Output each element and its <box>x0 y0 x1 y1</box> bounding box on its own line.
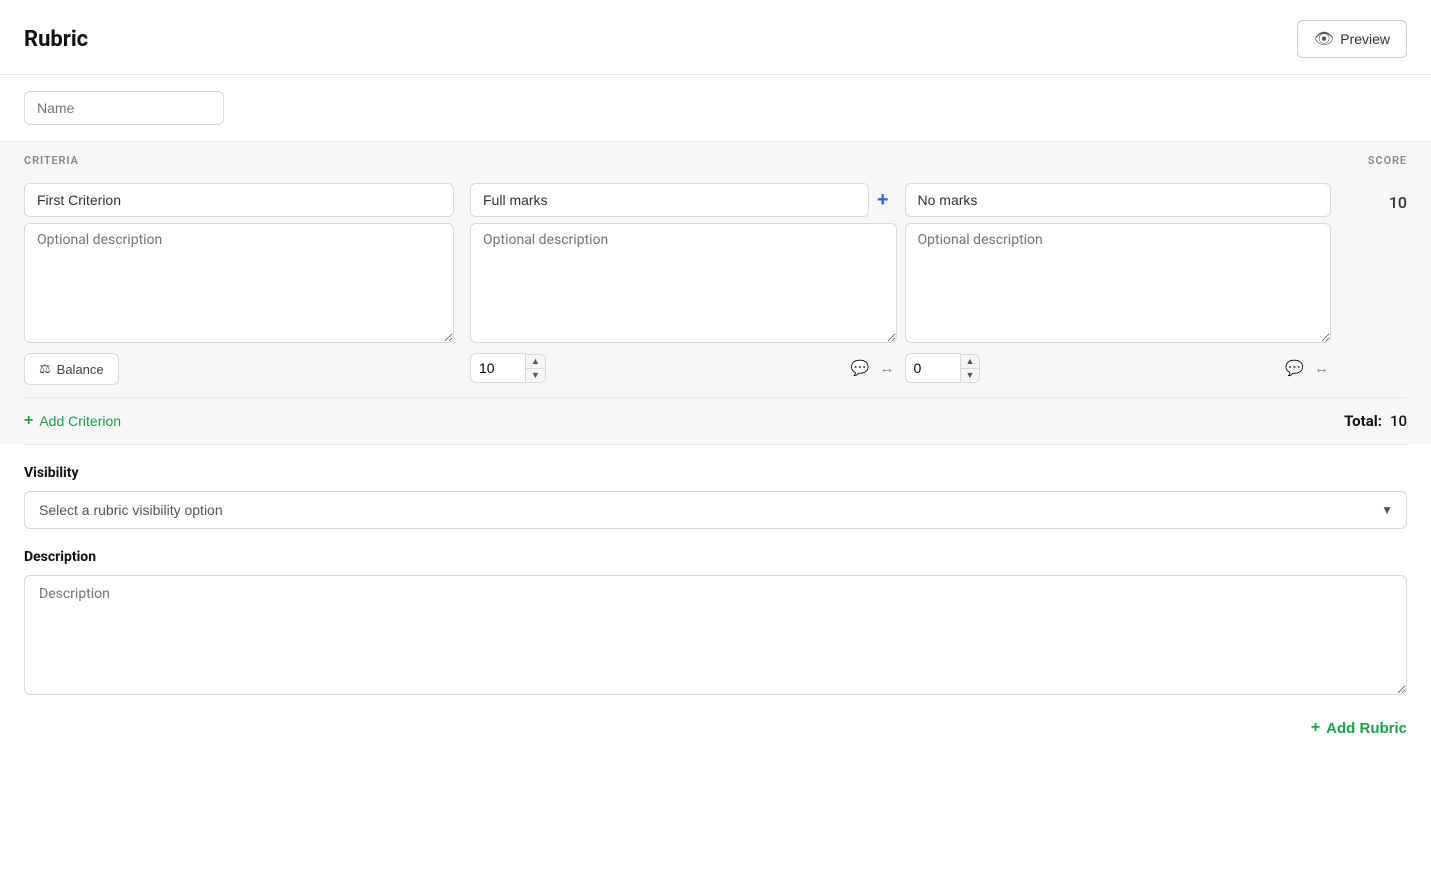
level-description-textarea-no-marks[interactable] <box>905 223 1332 343</box>
visibility-select-wrapper: Select a rubric visibility option Visibl… <box>24 491 1407 529</box>
level-description-textarea-full-marks[interactable] <box>470 223 897 343</box>
criteria-header-label: CRITERIA <box>24 154 79 167</box>
score-input-full-marks[interactable] <box>470 353 526 383</box>
criteria-section: CRITERIA SCORE ⚖ Balance + <box>0 142 1431 444</box>
criteria-header-row: CRITERIA SCORE <box>24 142 1407 175</box>
total-area: Total: 10 <box>1344 412 1407 430</box>
level-footer-no-marks: ▲ ▼ 💬 ↔ <box>905 353 1332 383</box>
comment-icon-button-no-marks[interactable]: 💬 <box>1283 357 1306 379</box>
score-down-button-full-marks[interactable]: ▼ <box>526 369 545 382</box>
criterion-score-display: 10 <box>1347 183 1407 212</box>
add-criterion-plus-icon: + <box>24 412 33 430</box>
eye-icon: 👁 <box>1314 29 1334 49</box>
level-icons-no-marks: 💬 ↔ <box>1283 357 1331 379</box>
add-level-button[interactable]: + <box>869 190 897 216</box>
name-area <box>0 75 1431 142</box>
balance-label: Balance <box>57 362 104 377</box>
criterion-row: ⚖ Balance + ▲ ▼ <box>24 175 1407 397</box>
level-no-marks-header-row <box>905 183 1332 223</box>
score-input-no-marks[interactable] <box>905 353 961 383</box>
score-header-label: SCORE <box>1368 154 1407 167</box>
preview-label: Preview <box>1340 31 1390 47</box>
score-input-group-no-marks: ▲ ▼ <box>905 353 981 383</box>
add-rubric-label: Add Rubric <box>1326 720 1407 737</box>
page-header: Rubric 👁 Preview <box>0 0 1431 75</box>
level-footer-full-marks: ▲ ▼ 💬 ↔ <box>470 353 897 383</box>
add-rubric-button[interactable]: + Add Rubric <box>1311 719 1407 737</box>
visibility-label: Visibility <box>24 465 1407 481</box>
add-criterion-label: Add Criterion <box>39 413 121 429</box>
score-up-button-no-marks[interactable]: ▲ <box>961 355 980 369</box>
add-rubric-plus-icon: + <box>1311 719 1320 737</box>
level-name-input-full-marks[interactable] <box>470 183 869 217</box>
add-criterion-row: + Add Criterion Total: 10 <box>24 397 1407 444</box>
visibility-section: Visibility Select a rubric visibility op… <box>0 445 1431 529</box>
visibility-select[interactable]: Select a rubric visibility option Visibl… <box>24 491 1407 529</box>
balance-button[interactable]: ⚖ Balance <box>24 353 119 385</box>
comment-icon-button-full-marks[interactable]: 💬 <box>849 357 872 379</box>
arrows-icon-button-full-marks[interactable]: ↔ <box>878 358 897 379</box>
level-name-input-no-marks[interactable] <box>905 183 1332 217</box>
balance-icon: ⚖ <box>39 361 51 377</box>
score-input-group-full-marks: ▲ ▼ <box>470 353 546 383</box>
page-title: Rubric <box>24 27 88 52</box>
description-textarea[interactable] <box>24 575 1407 695</box>
description-label: Description <box>24 549 1407 565</box>
description-section: Description <box>0 529 1431 699</box>
level-header-row: + <box>470 183 897 223</box>
level-no-marks: ▲ ▼ 💬 ↔ <box>905 183 1332 383</box>
page-footer: + Add Rubric <box>0 699 1431 757</box>
add-criterion-button[interactable]: + Add Criterion <box>24 412 121 430</box>
level-icons-full-marks: 💬 ↔ <box>849 357 897 379</box>
criterion-score-value: 10 <box>1389 193 1407 212</box>
level-full-marks: + ▲ ▼ 💬 ↔ <box>470 183 897 383</box>
rubric-name-input[interactable] <box>24 91 224 125</box>
total-value: 10 <box>1390 412 1407 430</box>
arrows-icon-button-no-marks[interactable]: ↔ <box>1312 358 1331 379</box>
criterion-left-panel: ⚖ Balance <box>24 183 454 385</box>
criterion-name-input[interactable] <box>24 183 454 217</box>
preview-button[interactable]: 👁 Preview <box>1297 20 1407 58</box>
total-label: Total: <box>1344 412 1382 430</box>
rubric-page: Rubric 👁 Preview CRITERIA SCORE ⚖ Balanc… <box>0 0 1431 869</box>
criterion-description-textarea[interactable] <box>24 223 454 343</box>
score-spinners-no-marks: ▲ ▼ <box>961 354 981 383</box>
score-down-button-no-marks[interactable]: ▼ <box>961 369 980 382</box>
score-up-button-full-marks[interactable]: ▲ <box>526 355 545 369</box>
score-spinners-full-marks: ▲ ▼ <box>526 354 546 383</box>
